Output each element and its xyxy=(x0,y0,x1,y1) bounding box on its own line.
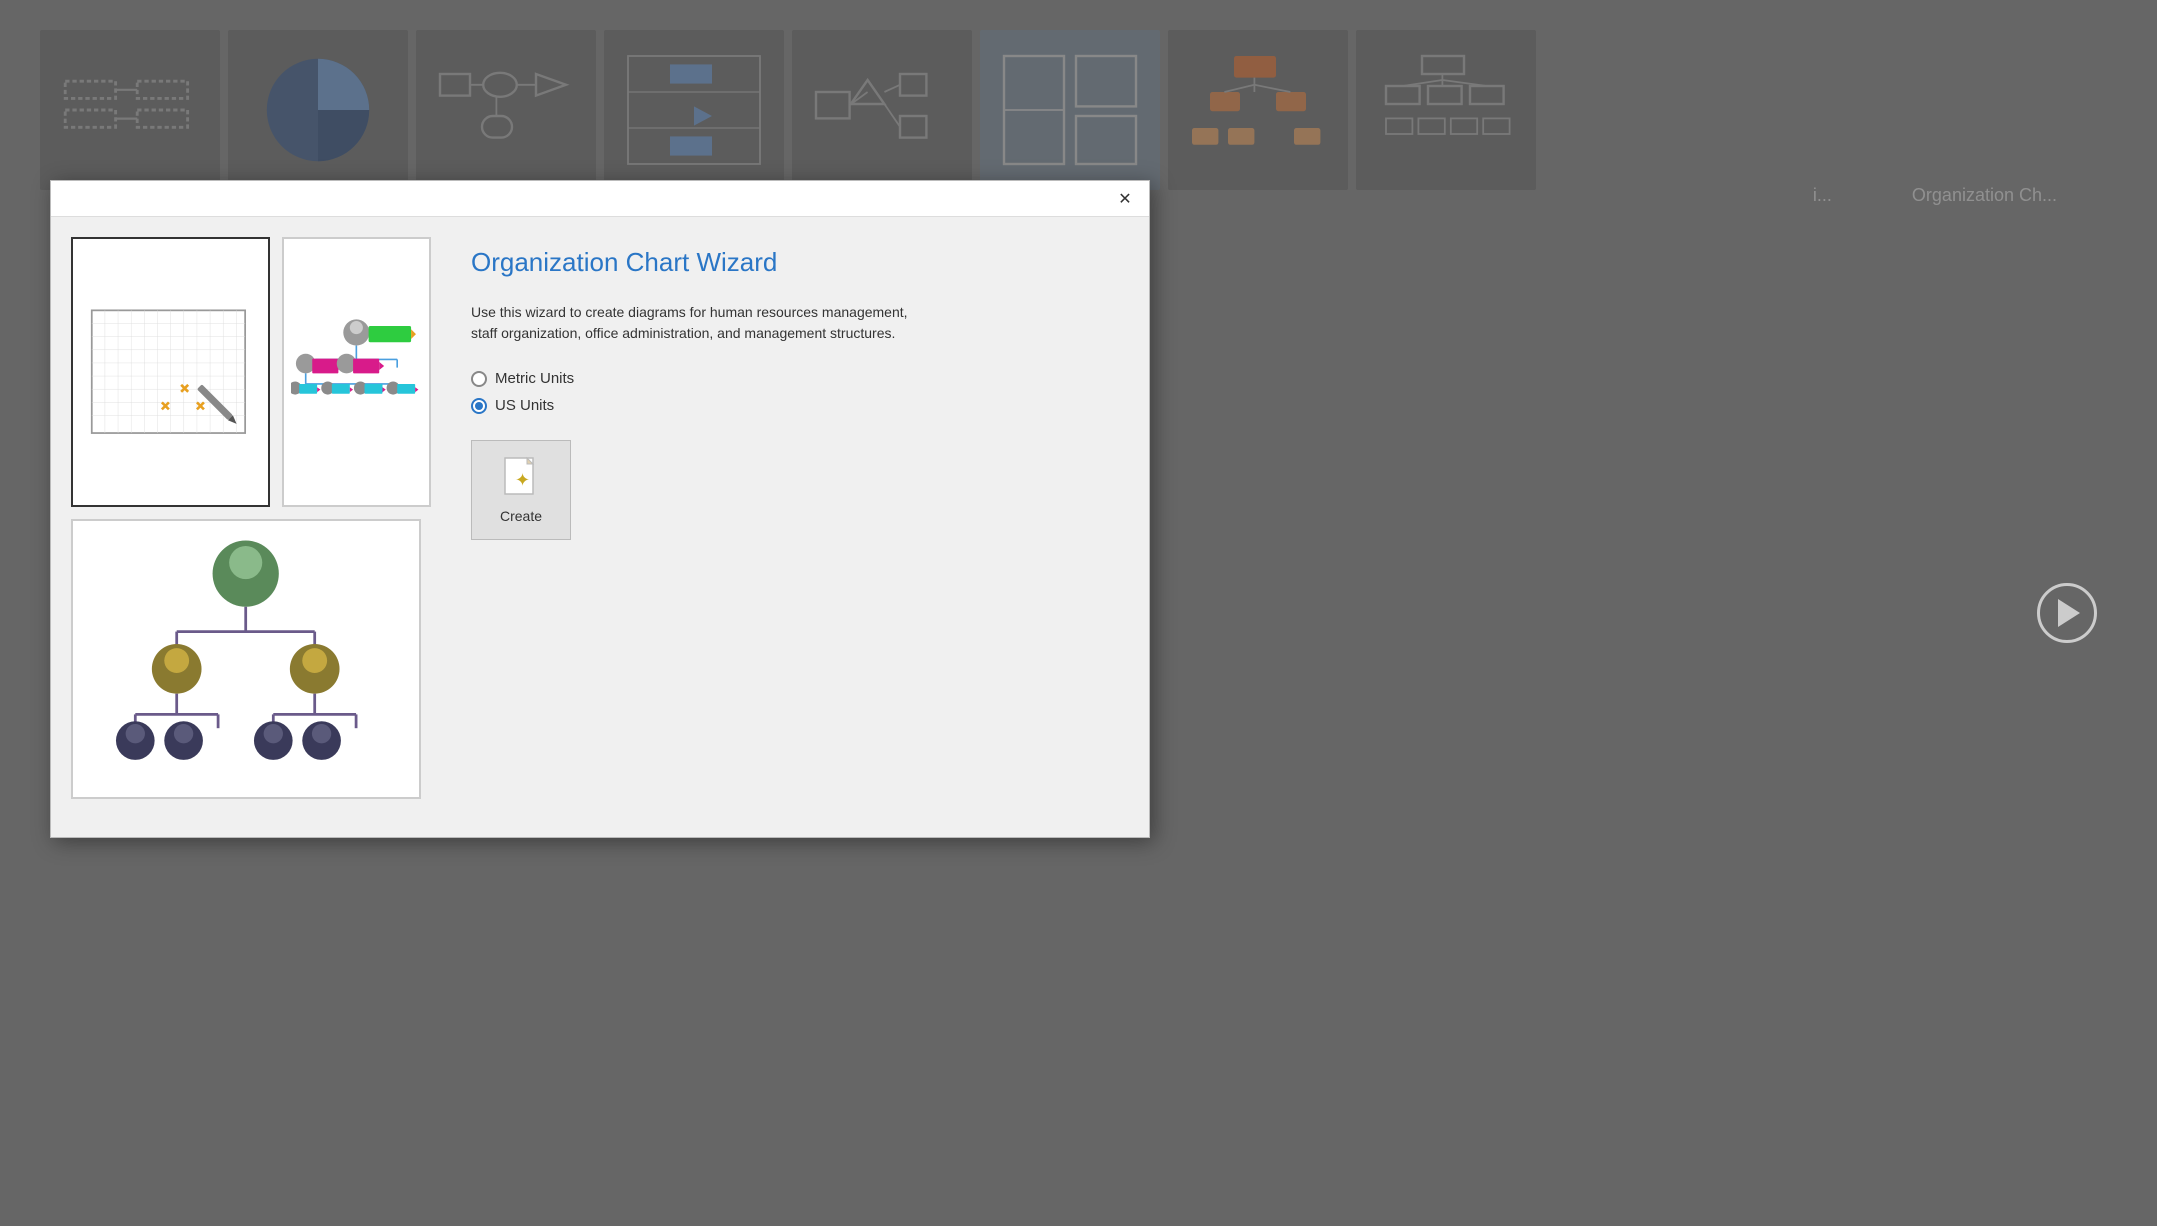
template-thumb-orgcolor[interactable] xyxy=(282,237,431,507)
us-units-option[interactable]: US Units xyxy=(471,397,1109,414)
template-thumb-avatars[interactable] xyxy=(71,519,421,799)
svg-text:✦: ✦ xyxy=(515,470,530,490)
thumb-row-top xyxy=(71,237,431,507)
play-triangle-icon xyxy=(2058,599,2080,627)
wizard-dialog: ✕ xyxy=(50,180,1150,838)
wizard-description: Use this wizard to create diagrams for h… xyxy=(471,302,911,344)
thumbnails-panel xyxy=(71,237,431,817)
play-button[interactable] xyxy=(2037,583,2097,643)
units-section: Metric Units US Units xyxy=(471,370,1109,414)
wizard-title: Organization Chart Wizard xyxy=(471,247,1109,278)
dialog-body: Organization Chart Wizard Use this wizar… xyxy=(51,217,1149,837)
create-document-icon: ✦ xyxy=(501,456,541,502)
create-button-label: Create xyxy=(500,508,542,524)
template-thumb-grid[interactable] xyxy=(71,237,270,507)
us-units-radio[interactable] xyxy=(471,398,487,414)
dialog-titlebar: ✕ xyxy=(51,181,1149,217)
info-panel: Organization Chart Wizard Use this wizar… xyxy=(451,237,1129,817)
metric-units-option[interactable]: Metric Units xyxy=(471,370,1109,387)
metric-units-label: Metric Units xyxy=(495,370,574,387)
thumb-row-bottom xyxy=(71,519,431,799)
close-button[interactable]: ✕ xyxy=(1111,185,1139,213)
create-button[interactable]: ✦ Create xyxy=(471,440,571,540)
us-units-label: US Units xyxy=(495,397,554,414)
metric-units-radio[interactable] xyxy=(471,371,487,387)
